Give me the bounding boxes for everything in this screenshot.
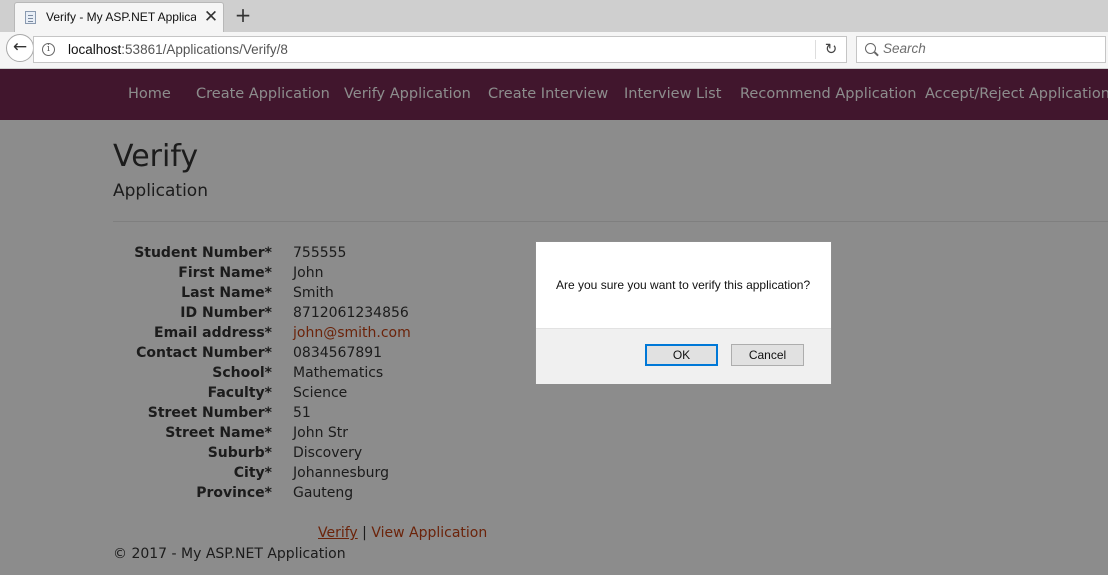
address-divider [815, 40, 816, 59]
url-text[interactable]: localhost:53861/Applications/Verify/8 [68, 42, 288, 57]
tab-title: Verify - My ASP.NET Applica [46, 10, 196, 24]
search-icon [865, 43, 876, 54]
dialog-footer: OK Cancel [536, 328, 831, 384]
new-tab-icon[interactable]: + [233, 4, 253, 26]
browser-tab-bar: Verify - My ASP.NET Applica ✕ + [0, 0, 1108, 32]
page-viewport: Home Create Application Verify Applicati… [0, 69, 1108, 575]
reload-icon[interactable]: ↻ [821, 39, 841, 59]
page-favicon-icon [25, 11, 36, 24]
back-arrow-icon[interactable]: ← [6, 34, 34, 62]
address-bar[interactable]: i localhost:53861/Applications/Verify/8 … [33, 36, 847, 63]
tab-close-icon[interactable]: ✕ [203, 8, 219, 26]
confirm-dialog: Are you sure you want to verify this app… [535, 241, 832, 384]
url-host: localhost [68, 42, 122, 57]
url-path: :53861/Applications/Verify/8 [121, 42, 288, 57]
info-icon[interactable]: i [42, 43, 55, 56]
browser-tab[interactable]: Verify - My ASP.NET Applica ✕ [14, 2, 224, 32]
search-input[interactable] [883, 41, 1098, 56]
browser-toolbar: ← i localhost:53861/Applications/Verify/… [0, 32, 1108, 69]
browser-search-box[interactable] [856, 36, 1106, 63]
ok-button[interactable]: OK [645, 344, 718, 366]
cancel-button[interactable]: Cancel [731, 344, 804, 366]
dialog-message: Are you sure you want to verify this app… [556, 278, 811, 292]
